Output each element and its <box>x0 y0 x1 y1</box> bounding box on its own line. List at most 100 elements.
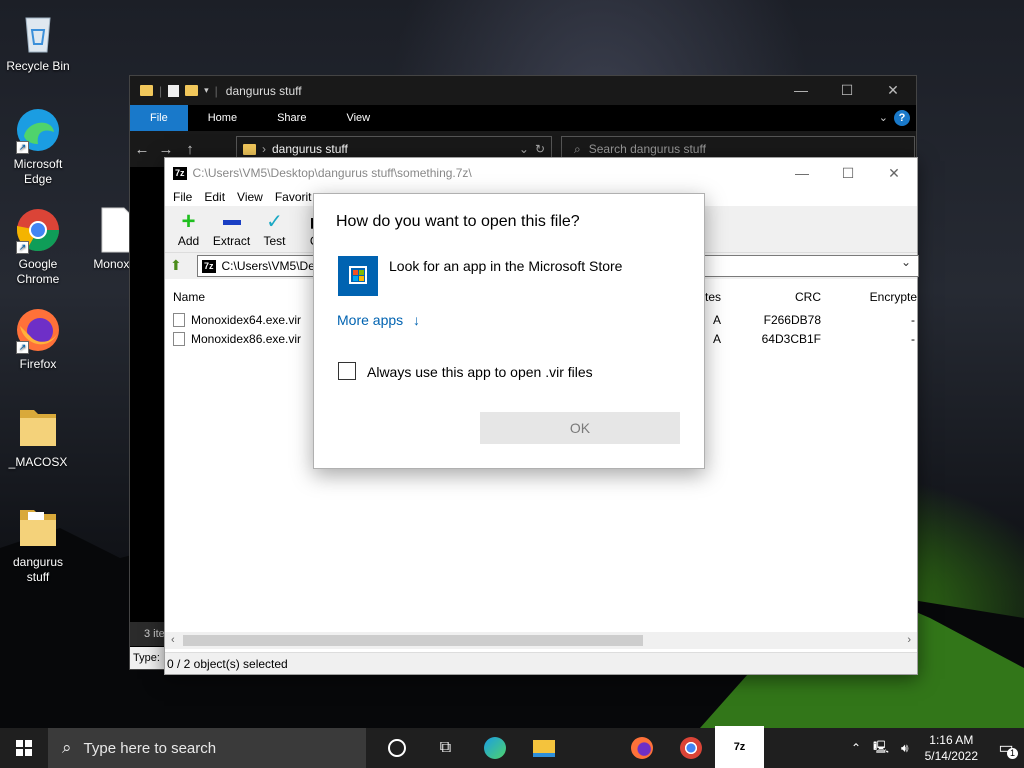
volume-icon[interactable]: 🔊︎ <box>895 741 915 756</box>
start-button[interactable] <box>0 728 48 768</box>
add-button[interactable]: + Add <box>167 210 210 252</box>
minimize-button[interactable]: — <box>779 158 825 188</box>
always-use-label[interactable]: Always use this app to open .vir files <box>367 364 593 380</box>
tab-home[interactable]: Home <box>188 105 257 131</box>
desktop-icon-google-chrome[interactable]: ↗ Google Chrome <box>0 206 76 287</box>
column-header-encrypted[interactable]: Encrypte <box>831 290 917 304</box>
desktop-icon-label: Firefox <box>19 357 57 371</box>
clock[interactable]: 1:16 AM 5/14/2022 <box>915 732 988 764</box>
desktop-icon-macosx-folder[interactable]: _MACOSX <box>0 404 76 470</box>
desktop-icon-label: Google Chrome <box>16 257 60 286</box>
extract-button[interactable]: Extract <box>210 212 253 252</box>
shortcut-arrow-icon: ↗ <box>16 241 29 254</box>
up-button[interactable]: ↑ <box>178 141 202 158</box>
column-header-crc[interactable]: CRC <box>725 290 821 304</box>
cortana-icon[interactable] <box>372 728 421 768</box>
open-with-dialog[interactable]: How do you want to open this file? Look … <box>313 193 705 469</box>
tab-share[interactable]: Share <box>257 105 326 131</box>
arrow-down-icon: ↓ <box>413 312 421 328</box>
scroll-left-icon[interactable]: ‹ <box>171 632 175 649</box>
clock-time: 1:16 AM <box>929 733 974 747</box>
refresh-icon[interactable]: ↻ <box>535 142 551 156</box>
help-icon[interactable]: ? <box>894 110 910 126</box>
quick-access-dropdown-icon[interactable]: ▾ <box>204 85 209 96</box>
file-icon <box>173 312 185 327</box>
7zip-title: C:\Users\VM5\Desktop\dangurus stuff\some… <box>192 166 472 180</box>
7zip-logo-icon: 7z <box>202 259 216 273</box>
file-attributes: A <box>713 313 722 327</box>
notification-center-button[interactable]: ▭ 1 <box>988 738 1024 759</box>
test-button[interactable]: ✓ Test <box>253 212 296 252</box>
search-placeholder: Search dangurus stuff <box>588 142 706 156</box>
check-icon: ✓ <box>266 211 283 233</box>
desktop-icon-label: _MACOSX <box>8 455 68 469</box>
back-button[interactable]: ← <box>130 141 154 158</box>
desktop-icon-dangurus-stuff-folder[interactable]: dangurus stuff <box>0 504 76 585</box>
scrollbar-thumb[interactable] <box>183 635 643 646</box>
desktop-icon-label: Microsoft Edge <box>13 157 63 186</box>
folder-icon <box>14 504 62 552</box>
show-hidden-icons-icon[interactable]: ⌃ <box>845 741 867 755</box>
task-view-icon[interactable]: ⧉ <box>421 728 470 768</box>
horizontal-scrollbar[interactable]: ‹ › <box>165 632 917 649</box>
shortcut-arrow-icon: ↗ <box>16 141 29 154</box>
network-icon[interactable]: 🖳 <box>867 738 895 759</box>
taskbar-search-box[interactable]: ⌕ Type here to search <box>48 728 366 768</box>
7zip-taskbar-icon[interactable]: 7z <box>715 726 764 768</box>
tab-view[interactable]: View <box>326 105 390 131</box>
menu-edit[interactable]: Edit <box>198 188 231 206</box>
forward-button[interactable]: → <box>154 141 178 158</box>
ok-button[interactable]: OK <box>480 412 680 444</box>
minimize-button[interactable]: — <box>778 76 824 105</box>
desktop-icon-label: dangurus stuff <box>12 555 64 584</box>
minus-icon <box>210 212 253 232</box>
folder-up-icon[interactable]: ⬆ <box>170 257 186 273</box>
address-dropdown-icon[interactable]: ⌄ <box>519 142 529 156</box>
column-header-name[interactable]: Name <box>173 290 205 304</box>
clock-date: 5/14/2022 <box>924 749 978 763</box>
ribbon-expand-icon[interactable]: ⌄ <box>873 105 894 131</box>
firefox-taskbar-icon[interactable] <box>617 728 666 768</box>
7zip-path-text: C:\Users\VM5\De <box>221 259 315 273</box>
microsoft-store-taskbar-icon[interactable] <box>568 728 617 768</box>
close-button[interactable]: ✕ <box>870 76 916 105</box>
store-option-label[interactable]: Look for an app in the Microsoft Store <box>389 258 622 274</box>
folder-icon <box>140 85 153 96</box>
explorer-title-bar[interactable]: | ▾ | dangurus stuff — ☐ ✕ <box>130 76 916 105</box>
properties-icon[interactable] <box>168 84 180 97</box>
explorer-ribbon: File Home Share View ⌄ ? <box>130 105 916 131</box>
desktop-icon-recycle-bin[interactable]: Recycle Bin <box>0 8 76 74</box>
navigation-pane[interactable] <box>130 167 166 647</box>
file-encrypted: - <box>911 332 915 346</box>
edge-taskbar-icon[interactable] <box>470 728 519 768</box>
column-header-attributes[interactable]: tes <box>705 290 721 304</box>
scroll-right-icon[interactable]: › <box>907 632 911 649</box>
tab-file[interactable]: File <box>130 105 188 131</box>
test-label: Test <box>263 234 286 248</box>
add-label: Add <box>177 234 200 248</box>
table-row[interactable]: Monoxidex86.exe.vir <box>173 329 301 348</box>
7zip-title-bar[interactable]: 7z C:\Users\VM5\Desktop\dangurus stuff\s… <box>165 158 917 188</box>
search-icon: ⌕ <box>62 738 72 757</box>
desktop-icon-firefox[interactable]: ↗ Firefox <box>0 306 76 372</box>
recycle-bin-icon <box>14 8 62 56</box>
chrome-taskbar-icon[interactable] <box>666 728 715 768</box>
path-dropdown-icon[interactable]: ⌄ <box>901 255 911 269</box>
desktop-icon-microsoft-edge[interactable]: ↗ Microsoft Edge <box>0 106 76 187</box>
taskbar: ⌕ Type here to search ⧉ 7z ⌃ 🖳 🔊︎ 1:16 A… <box>0 726 1024 768</box>
menu-view[interactable]: View <box>231 188 269 206</box>
maximize-button[interactable]: ☐ <box>824 76 870 105</box>
microsoft-store-icon[interactable] <box>338 256 378 296</box>
maximize-button[interactable]: ☐ <box>825 158 871 188</box>
menu-favorites[interactable]: Favorit <box>269 188 318 206</box>
shortcut-arrow-icon: ↗ <box>16 341 29 354</box>
more-apps-link[interactable]: More apps ↓ <box>337 312 420 328</box>
always-use-checkbox[interactable] <box>338 362 356 380</box>
file-explorer-taskbar-icon[interactable] <box>519 728 568 768</box>
menu-file[interactable]: File <box>167 188 198 206</box>
more-apps-label: More apps <box>337 312 404 328</box>
close-button[interactable]: ✕ <box>871 158 917 188</box>
taskbar-search-placeholder: Type here to search <box>83 739 217 757</box>
new-folder-icon[interactable] <box>185 85 199 96</box>
table-row[interactable]: Monoxidex64.exe.vir <box>173 310 301 329</box>
